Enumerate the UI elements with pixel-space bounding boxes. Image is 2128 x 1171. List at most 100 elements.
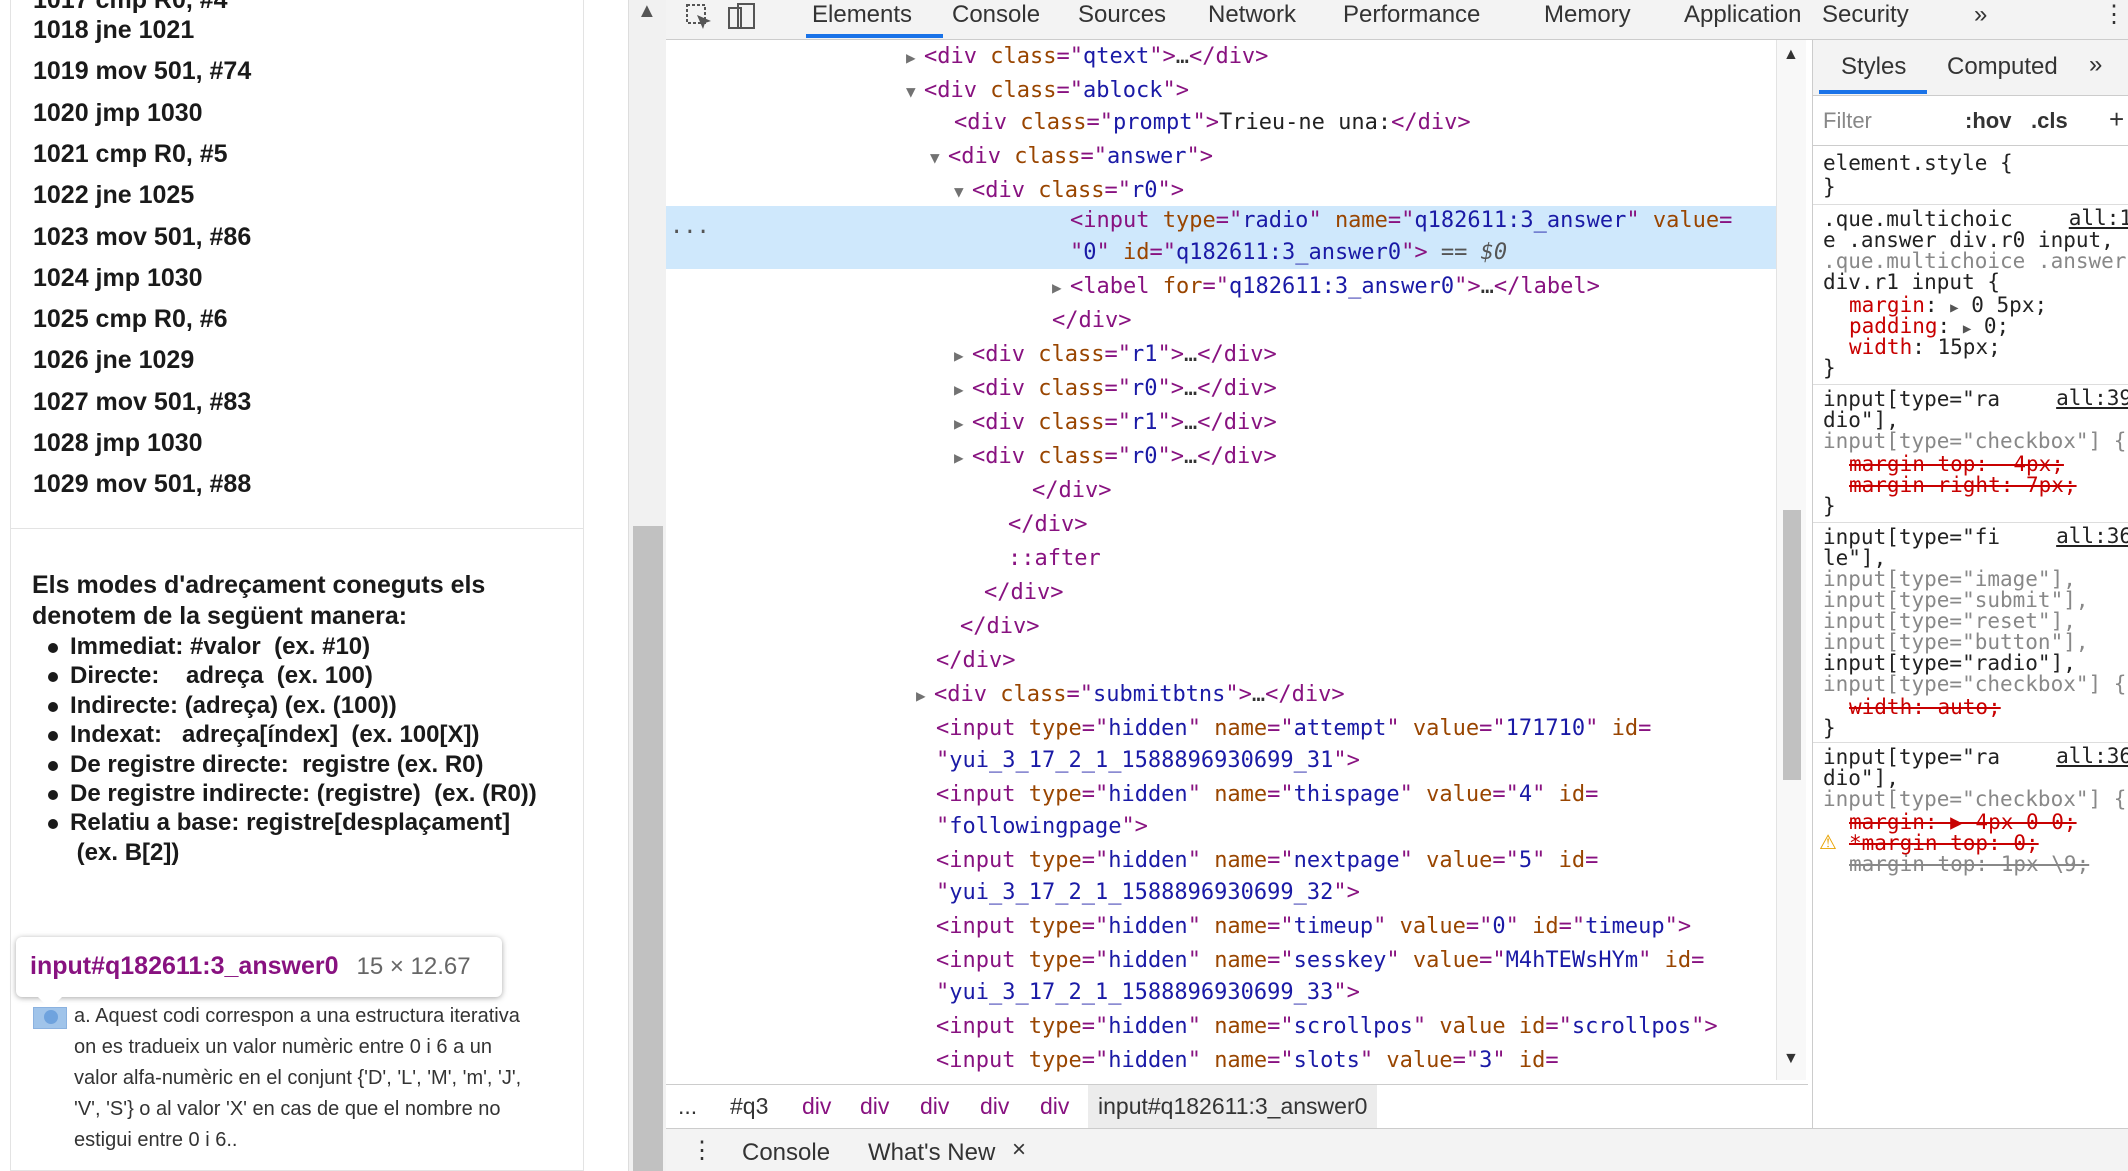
bullet-icon xyxy=(48,760,58,771)
drawer: ⋮ Console What's New × xyxy=(666,1128,2128,1171)
dom-node[interactable]: <input type="hidden" name="nextpage" val… xyxy=(936,844,1598,878)
more-tabs-button[interactable]: » xyxy=(2089,50,2102,80)
dom-node[interactable]: ▶ <div class="r0">…</div> xyxy=(954,440,1277,475)
breadcrumb-current[interactable]: input#q182611:3_answer0 xyxy=(1088,1085,1378,1129)
tab-memory[interactable]: Memory xyxy=(1544,0,1631,30)
styles-pane: Styles Computed » Filter :hov .cls + ele… xyxy=(1812,40,2128,1128)
page-scrollbar[interactable]: ▲ xyxy=(628,0,666,1171)
elements-tree[interactable]: ... ▶ <div class="qtext">…</div> ▼ <div cl… xyxy=(666,40,1778,1080)
style-property-overridden[interactable]: margin-top: 1px \9; xyxy=(1849,851,2089,878)
tab-console[interactable]: Console xyxy=(952,0,1040,30)
style-source-link[interactable]: all:36 xyxy=(2056,524,2128,548)
dom-node[interactable]: <input type="hidden" name="sesskey" valu… xyxy=(936,944,1704,978)
mode-list-item: Indirecte: (adreça) (ex. (100)) xyxy=(48,692,397,720)
dom-node[interactable]: ▼ <div class="answer"> xyxy=(930,140,1213,175)
style-source-link[interactable]: all:39 xyxy=(2056,386,2128,410)
code-line: 1021 cmp R0, #5 xyxy=(33,139,228,168)
scrollbar-thumb[interactable] xyxy=(1783,510,1801,780)
answer-label[interactable]: a. Aquest codi correspon a una estructur… xyxy=(74,1001,534,1156)
dom-node[interactable]: </div> xyxy=(960,610,1039,644)
tab-application[interactable]: Application xyxy=(1684,0,1801,30)
dom-node[interactable]: <input type="hidden" name="thispage" val… xyxy=(936,778,1598,812)
dom-node[interactable]: </div> xyxy=(936,644,1015,678)
dom-node[interactable]: </div> xyxy=(984,576,1063,610)
dom-node[interactable]: <input type="hidden" name="timeup" value… xyxy=(936,910,1691,944)
tab-computed[interactable]: Computed xyxy=(1947,52,2058,82)
radio-button-highlight[interactable] xyxy=(33,1007,67,1029)
tooltip-size: 15 × 12.67 xyxy=(356,953,471,980)
selected-input-node-cont[interactable]: "0" id="q182611:3_answer0"> == $0 xyxy=(1070,236,1507,270)
page-content: 1017 cmp R0, #4 1018 jne 1021 1019 mov 50… xyxy=(0,0,628,1171)
code-line: 1026 jne 1029 xyxy=(33,346,195,375)
tab-sources[interactable]: Sources xyxy=(1078,0,1166,30)
dom-node[interactable]: <div class="prompt">Trieu-ne una:</div> xyxy=(954,106,1471,140)
dom-node[interactable]: ▶ <label for="q182611:3_answer0">…</label… xyxy=(1052,270,1600,305)
pseudo-element[interactable]: ::after xyxy=(1008,542,1101,576)
breadcrumb-item[interactable]: div xyxy=(860,1093,889,1120)
filter-input[interactable]: Filter xyxy=(1823,108,1872,134)
style-rule-close: } xyxy=(1823,494,1836,518)
breadcrumb-item[interactable]: #q3 xyxy=(730,1093,768,1120)
dom-node-cont[interactable]: "yui_3_17_2_1_1588896930699_33"> xyxy=(936,976,1360,1010)
dom-node[interactable]: ▶ <div class="r0">…</div> xyxy=(954,372,1277,407)
code-line: 1028 jmp 1030 xyxy=(33,429,203,457)
selected-input-node[interactable]: <input type="radio" name="q182611:3_answ… xyxy=(1070,204,1732,238)
dom-node[interactable]: </div> xyxy=(1008,508,1087,542)
breadcrumb-item[interactable]: div xyxy=(980,1093,1009,1120)
dom-node-cont[interactable]: "followingpage"> xyxy=(936,810,1148,844)
style-property[interactable]: width: 15px; xyxy=(1849,334,2001,361)
tooltip-tag: input#q182611:3_answer0 xyxy=(30,952,339,980)
cls-toggle[interactable]: .cls xyxy=(2031,108,2068,134)
dom-node[interactable]: ▼ <div class="ablock"> xyxy=(906,74,1189,109)
dom-node[interactable]: </div> xyxy=(1032,474,1111,508)
hov-toggle[interactable]: :hov xyxy=(1965,108,2011,134)
style-rule-close: } xyxy=(1823,356,1836,380)
scrollbar-thumb[interactable] xyxy=(633,526,663,1171)
tab-elements[interactable]: Elements xyxy=(812,0,912,30)
more-tabs-button[interactable]: » xyxy=(1974,0,1987,30)
mode-text: De registre directe: registre (ex. R0) xyxy=(70,750,484,778)
dom-node[interactable]: ▶ <div class="r1">…</div> xyxy=(954,406,1277,441)
breadcrumb-item[interactable]: div xyxy=(1040,1093,1069,1120)
dom-node[interactable]: <input type="hidden" name="attempt" valu… xyxy=(936,712,1651,746)
inspect-element-icon[interactable] xyxy=(684,2,714,39)
add-rule-button[interactable]: + xyxy=(2109,104,2124,135)
dom-node-cont[interactable]: "yui_3_17_2_1_1588896930699_31"> xyxy=(936,744,1360,778)
dom-node-cont[interactable]: "yui_3_17_2_1_1588896930699_32"> xyxy=(936,876,1360,910)
breadcrumb: ... #q3 div div div div div input#q18261… xyxy=(666,1084,1808,1129)
dom-node[interactable]: </div> xyxy=(1052,304,1131,338)
scroll-up-icon[interactable]: ▲ xyxy=(1783,46,1799,64)
code-line: 1018 jne 1021 xyxy=(33,16,195,44)
tab-network[interactable]: Network xyxy=(1208,0,1296,30)
tab-performance[interactable]: Performance xyxy=(1343,0,1480,30)
dom-node[interactable]: <input type="hidden" name="slots" value=… xyxy=(936,1044,1559,1078)
code-line: 1019 mov 501, #74 xyxy=(33,57,252,86)
drawer-tab-whats-new[interactable]: What's New xyxy=(868,1139,995,1167)
style-rule-selector[interactable]: element.style { xyxy=(1823,150,2013,177)
breadcrumb-item[interactable]: ... xyxy=(678,1093,697,1120)
breadcrumb-item[interactable]: div xyxy=(802,1093,831,1120)
dom-node[interactable]: <input type="hidden" name="scrollpos" va… xyxy=(936,1010,1718,1044)
code-line: 1022 jne 1025 xyxy=(33,181,195,210)
device-toggle-icon[interactable] xyxy=(726,2,756,39)
node-actions-button[interactable]: ... xyxy=(670,210,710,244)
elements-scrollbar[interactable]: ▲ ▼ xyxy=(1776,40,1806,1080)
dom-node[interactable]: ▶ <div class="r1">…</div> xyxy=(954,338,1277,373)
style-property-overridden[interactable]: margin-right: 7px; xyxy=(1849,472,2077,499)
style-source-link[interactable]: all:36 xyxy=(2056,744,2128,768)
devtools-menu-button[interactable]: ⋮ xyxy=(2102,0,2126,30)
scroll-up-icon[interactable]: ▲ xyxy=(637,0,657,23)
breadcrumb-item[interactable]: div xyxy=(920,1093,949,1120)
close-icon[interactable]: × xyxy=(1012,1136,1026,1164)
drawer-menu-button[interactable]: ⋮ xyxy=(690,1136,714,1165)
mode-text: De registre indirecte: (registre) (ex. (… xyxy=(70,780,537,807)
dom-node[interactable]: ▶ <div class="qtext">…</div> xyxy=(906,40,1268,75)
tab-security[interactable]: Security xyxy=(1822,0,1909,30)
mode-text: Relatiu a base: registre[desplaçament] xyxy=(70,809,511,837)
scroll-down-icon[interactable]: ▼ xyxy=(1783,1050,1799,1068)
tab-styles[interactable]: Styles xyxy=(1841,52,1906,82)
mode-list-item: De registre directe: registre (ex. R0) xyxy=(48,750,484,779)
drawer-tab-console[interactable]: Console xyxy=(742,1139,830,1167)
dom-node[interactable]: ▶ <div class="submitbtns">…</div> xyxy=(916,678,1345,713)
style-property-overridden[interactable]: width: auto; xyxy=(1849,694,2001,721)
